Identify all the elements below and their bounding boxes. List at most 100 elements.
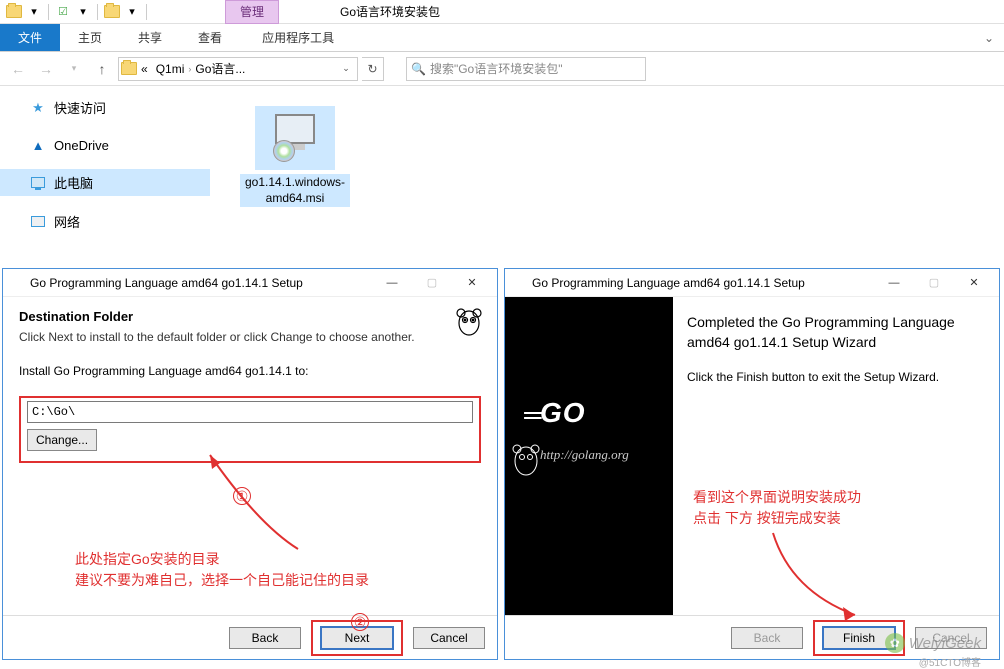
installer-dialog-completed: Go Programming Language amd64 go1.14.1 S… — [504, 268, 1000, 660]
go-url-label: http://golang.org — [540, 447, 629, 463]
annotation-number-2: ② — [351, 613, 369, 631]
navitem-onedrive[interactable]: ▲ OneDrive — [0, 133, 210, 157]
installer-sidebar: ==GO http://golang.org — [505, 297, 673, 615]
dialog-titlebar[interactable]: Go Programming Language amd64 go1.14.1 S… — [505, 269, 999, 297]
address-segment[interactable]: Go语言... — [191, 60, 249, 77]
navigation-pane: ★ 快速访问 ▲ OneDrive 此电脑 网络 — [0, 86, 210, 284]
navigation-row: ← → ▾ ↑ « Q1mi › Go语言... ⌄ ↻ 🔍 搜索"Go语言环境… — [0, 52, 1004, 86]
qat-dropdown-icon[interactable]: ▾ — [26, 4, 42, 20]
change-button[interactable]: Change... — [27, 429, 97, 451]
search-placeholder: 搜索"Go语言环境安装包" — [430, 60, 563, 77]
go-logo-text: ==GO — [523, 397, 586, 430]
address-bar[interactable]: « Q1mi › Go语言... ⌄ — [118, 57, 358, 81]
dialog-title: Go Programming Language amd64 go1.14.1 S… — [30, 276, 372, 290]
divider — [146, 4, 147, 20]
tab-view[interactable]: 查看 — [180, 24, 240, 51]
recent-dropdown-icon[interactable]: ▾ — [62, 57, 86, 81]
address-dropdown-icon[interactable]: ⌄ — [337, 63, 355, 74]
folder-icon[interactable] — [6, 4, 22, 20]
back-button[interactable]: Back — [229, 627, 301, 649]
address-segment[interactable]: Q1mi — [152, 62, 189, 76]
navitem-label: 此电脑 — [54, 173, 93, 192]
cancel-button[interactable]: Cancel — [413, 627, 485, 649]
explorer-titlebar: ▾ ☑ ▾ ▾ 管理 Go语言环境安装包 — [0, 0, 1004, 24]
divider — [97, 4, 98, 20]
explorer-body: ★ 快速访问 ▲ OneDrive 此电脑 网络 go1.14.1.window… — [0, 86, 1004, 284]
annotation-text-line: 点击 下方 按钮完成安装 — [693, 508, 861, 529]
up-button[interactable]: ↑ — [90, 57, 114, 81]
file-item[interactable]: go1.14.1.windows-amd64.msi — [240, 106, 350, 264]
dialog-heading: Destination Folder — [19, 309, 481, 324]
dialogs-container: Go Programming Language amd64 go1.14.1 S… — [0, 268, 1004, 664]
finish-button[interactable]: Finish — [823, 627, 895, 649]
star-icon: ★ — [30, 100, 46, 116]
close-button[interactable]: ✕ — [452, 272, 492, 294]
tab-share[interactable]: 共享 — [120, 24, 180, 51]
forward-button: → — [34, 57, 58, 81]
qat-overflow-icon[interactable]: ▾ — [124, 4, 140, 20]
go-gopher-icon — [510, 275, 526, 291]
divider — [48, 4, 49, 20]
annotation-text-line: 看到这个界面说明安装成功 — [693, 487, 861, 508]
annotation-text: 看到这个界面说明安装成功 点击 下方 按钮完成安装 — [693, 487, 861, 529]
minimize-button[interactable]: — — [874, 272, 914, 294]
dialog-body-text: Click the Finish button to exit the Setu… — [687, 370, 985, 384]
annotation-arrow — [188, 429, 318, 559]
cancel-button[interactable]: Cancel — [915, 627, 987, 649]
file-tab[interactable]: 文件 — [0, 24, 60, 51]
dialog-body: Destination Folder Click Next to install… — [3, 297, 497, 615]
navitem-label: 快速访问 — [54, 98, 106, 117]
quick-access-toolbar: ▾ ☑ ▾ ▾ — [0, 4, 149, 20]
annotation-text-line: 建议不要为难自己，选择一个自己能记住的目录 — [75, 570, 369, 591]
logo-go: GO — [540, 397, 586, 428]
logo-lines: == — [523, 406, 540, 426]
file-name: go1.14.1.windows-amd64.msi — [240, 174, 350, 207]
file-thumbnail — [255, 106, 335, 170]
back-button[interactable]: Back — [731, 627, 803, 649]
gopher-sketch-icon — [509, 437, 543, 477]
navitem-quick-access[interactable]: ★ 快速访问 — [0, 94, 210, 121]
maximize-button: ▢ — [914, 272, 954, 294]
contextual-tab-header: 管理 — [225, 0, 279, 24]
address-prefix: « — [137, 62, 152, 76]
watermark-sub: @51CTO博客 — [919, 654, 981, 669]
file-area[interactable]: go1.14.1.windows-amd64.msi — [210, 86, 1004, 284]
search-icon: 🔍 — [411, 62, 426, 76]
go-gopher-icon — [8, 275, 24, 291]
installer-dialog-destination: Go Programming Language amd64 go1.14.1 S… — [2, 268, 498, 660]
annotation-text: 此处指定Go安装的目录 建议不要为难自己，选择一个自己能记住的目录 — [75, 549, 369, 591]
folder-icon[interactable] — [104, 4, 120, 20]
navitem-label: OneDrive — [54, 138, 109, 153]
dialog-title: Go Programming Language amd64 go1.14.1 S… — [532, 276, 874, 290]
install-to-label: Install Go Programming Language amd64 go… — [19, 364, 481, 378]
folder-icon — [121, 61, 137, 77]
dialog-titlebar[interactable]: Go Programming Language amd64 go1.14.1 S… — [3, 269, 497, 297]
close-button[interactable]: ✕ — [954, 272, 994, 294]
cloud-icon: ▲ — [30, 137, 46, 153]
tab-application-tools[interactable]: 应用程序工具 — [244, 24, 352, 51]
annotation-text-line: 此处指定Go安装的目录 — [75, 549, 369, 570]
maximize-button: ▢ — [412, 272, 452, 294]
search-input[interactable]: 🔍 搜索"Go语言环境安装包" — [406, 57, 646, 81]
minimize-button[interactable]: — — [372, 272, 412, 294]
navitem-network[interactable]: 网络 — [0, 208, 210, 235]
back-button[interactable]: ← — [6, 57, 30, 81]
ribbon-expand-icon[interactable]: ⌄ — [984, 31, 994, 45]
dialog-body: ==GO http://golang.org Completed the Go … — [505, 297, 999, 615]
gopher-icon — [451, 303, 487, 339]
navitem-this-pc[interactable]: 此电脑 — [0, 169, 210, 196]
qat-dropdown-icon[interactable]: ▾ — [75, 4, 91, 20]
installer-icon — [271, 114, 319, 162]
network-icon — [30, 214, 46, 230]
ribbon: 文件 主页 共享 查看 应用程序工具 ⌄ — [0, 24, 1004, 52]
dialog-footer: Back Finish Cancel — [505, 615, 999, 659]
refresh-button[interactable]: ↻ — [362, 57, 384, 81]
install-path-input[interactable] — [27, 401, 473, 423]
window-title: Go语言环境安装包 — [340, 3, 440, 20]
tab-home[interactable]: 主页 — [60, 24, 120, 51]
contextual-tab-group: 管理 — [225, 0, 279, 24]
dialog-heading: Completed the Go Programming Language am… — [687, 313, 985, 352]
dialog-subheading: Click Next to install to the default fol… — [19, 330, 481, 344]
checkbox-icon[interactable]: ☑ — [55, 4, 71, 20]
monitor-icon — [30, 175, 46, 191]
